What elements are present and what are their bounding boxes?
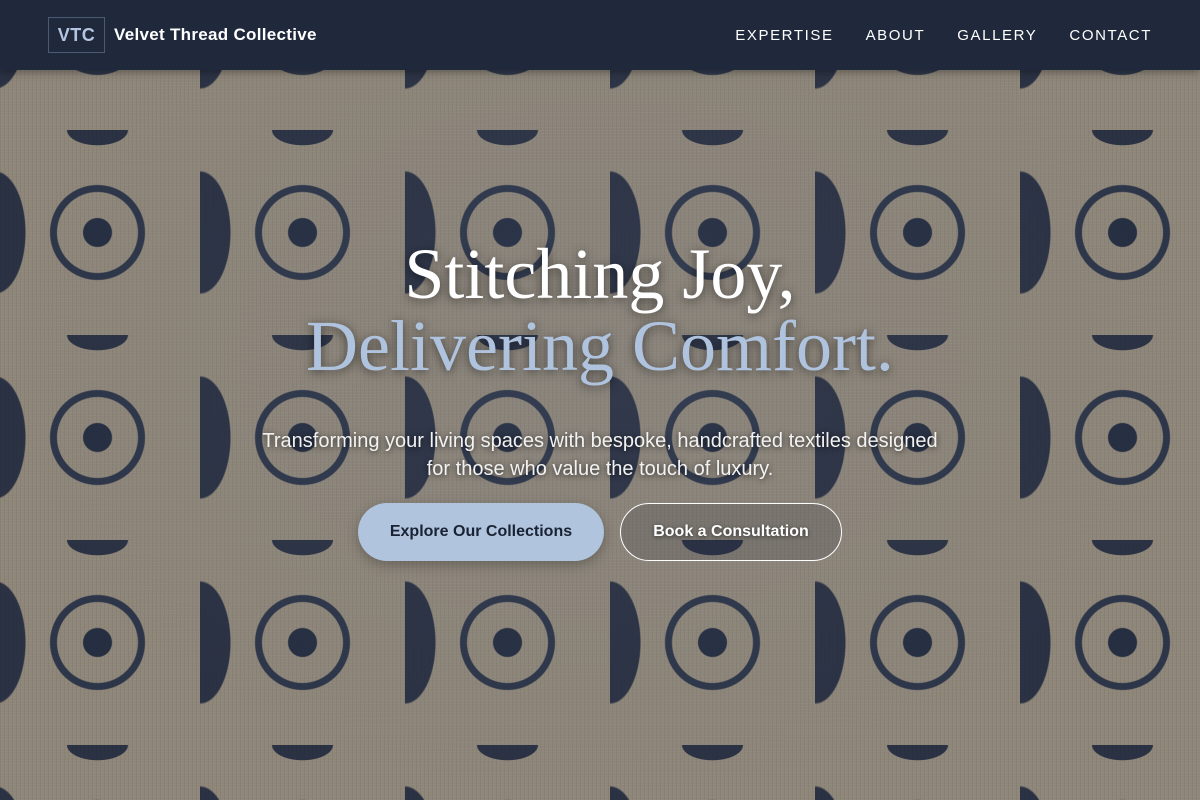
brand-name[interactable]: Velvet Thread Collective [114, 25, 317, 45]
hero-title-line2: Delivering Comfort. [306, 306, 894, 386]
hero-title: Stitching Joy, Delivering Comfort. [0, 238, 1200, 382]
nav-contact[interactable]: CONTACT [1069, 27, 1152, 44]
site-header: VTC Velvet Thread Collective EXPERTISE A… [0, 0, 1200, 70]
book-consultation-button[interactable]: Book a Consultation [620, 503, 842, 561]
brand[interactable]: VTC Velvet Thread Collective [48, 17, 317, 53]
hero-section: Stitching Joy, Delivering Comfort. Trans… [0, 70, 1200, 800]
hero-subtitle: Transforming your living spaces with bes… [262, 430, 938, 480]
logo[interactable]: VTC [48, 17, 105, 53]
hero-title-line1: Stitching Joy, [404, 234, 796, 314]
hero-buttons: Explore Our Collections Book a Consultat… [0, 503, 1200, 561]
nav-gallery[interactable]: GALLERY [957, 27, 1037, 44]
nav-expertise[interactable]: EXPERTISE [735, 27, 833, 44]
main-nav: EXPERTISE ABOUT GALLERY CONTACT [703, 27, 1152, 44]
explore-collections-button[interactable]: Explore Our Collections [358, 503, 604, 561]
nav-about[interactable]: ABOUT [866, 27, 926, 44]
